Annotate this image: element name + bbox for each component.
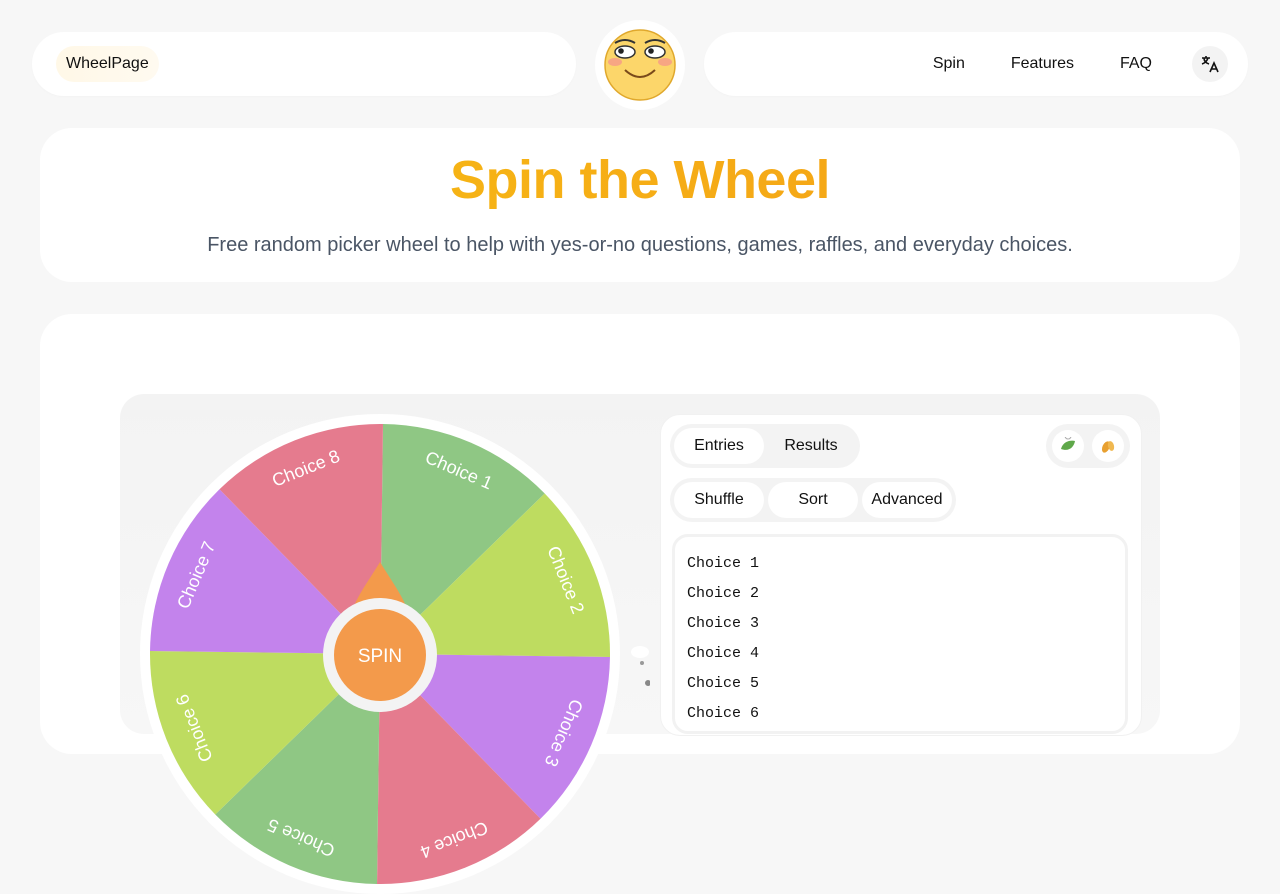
page-subtitle: Free random picker wheel to help with ye… [207,234,1073,256]
leaf-icon [1061,437,1075,450]
shuffle-button[interactable]: Shuffle [674,482,764,518]
entries-actions: Shuffle Sort Advanced [670,478,956,522]
brand-logo-link[interactable]: WheelPage [56,46,159,82]
leaf-button[interactable] [1052,430,1084,462]
entry-line: Choice 6 [687,705,760,722]
spin-wheel[interactable]: Choice 1Choice 2Choice 3Choice 4Choice 5… [140,414,620,894]
panel-tabs: Entries Results [670,424,860,468]
nav-spin-link[interactable]: Spin [933,55,965,73]
advanced-button[interactable]: Advanced [862,482,952,518]
mascot-avatar[interactable] [595,20,685,110]
entry-line: Choice 5 [687,675,760,692]
theme-icons [1046,424,1130,468]
carousel-dots [630,646,651,696]
seeds-button[interactable] [1092,430,1124,462]
tab-results[interactable]: Results [766,428,856,464]
entries-textarea[interactable]: Choice 1 Choice 2 Choice 3 Choice 4 Choi… [672,534,1128,734]
tab-entries[interactable]: Entries [674,428,764,464]
entry-line: Choice 2 [687,585,760,602]
entry-line: Choice 3 [687,615,760,632]
nav-left-bar: WheelPage [32,32,576,96]
main-nav: Spin Features FAQ [933,32,1152,96]
page-title: Spin the Wheel [0,148,1280,212]
nav-faq-link[interactable]: FAQ [1120,55,1152,73]
entry-line: Choice 1 [687,555,760,572]
smiley-face-icon [604,29,676,101]
language-button[interactable] [1192,46,1228,82]
translate-icon [1201,56,1219,73]
spin-button-label: SPIN [358,646,402,667]
seeds-icon [1101,441,1115,453]
nav-features-link[interactable]: Features [1011,55,1074,73]
entry-line: Choice 4 [687,645,760,662]
nav-right-bar: Spin Features FAQ [704,32,1248,96]
sort-button[interactable]: Sort [768,482,858,518]
